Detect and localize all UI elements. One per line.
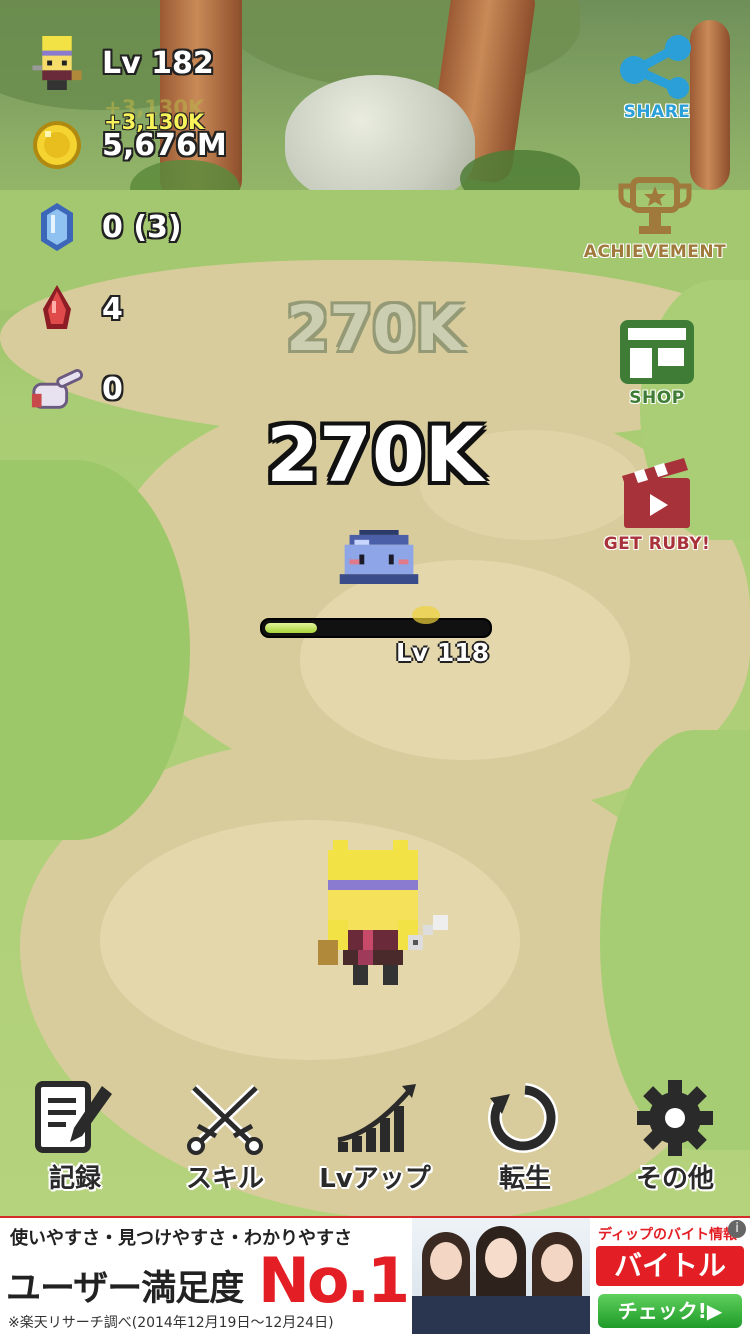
- pointing-hand-icon: [30, 362, 84, 416]
- nav-record[interactable]: 記録: [5, 1080, 145, 1195]
- tap-row: 0: [30, 362, 123, 416]
- crystal-icon: [30, 200, 84, 254]
- ad-info-icon[interactable]: i: [728, 1220, 746, 1238]
- nav-other[interactable]: その他: [605, 1080, 745, 1195]
- crystal-count: 0 (3): [102, 209, 182, 245]
- trophy-icon: [618, 177, 692, 234]
- tap-count: 0: [102, 371, 123, 407]
- nav-levelup-label: Lvアップ: [319, 1164, 431, 1194]
- share-button[interactable]: SHARE: [592, 34, 722, 122]
- nav-skill-label: スキル: [185, 1164, 264, 1194]
- achievement-button[interactable]: ACHIEVEMENT: [580, 176, 730, 262]
- damage-number-fading: 270K: [286, 292, 464, 365]
- shop-label: SHOP: [629, 388, 685, 408]
- nav-other-label: その他: [635, 1164, 714, 1194]
- circular-arrow-icon: [488, 1083, 558, 1153]
- nav-levelup[interactable]: Lvアップ: [305, 1080, 445, 1195]
- ad-headline: ユーザー満足度: [6, 1269, 244, 1309]
- notepad-pen-icon: [35, 1081, 112, 1153]
- crystal-row: 0 (3): [30, 200, 182, 254]
- ad-photo: [412, 1218, 590, 1334]
- enemy-level: Lv 118: [396, 638, 490, 667]
- gear-icon: [637, 1080, 713, 1156]
- bottom-nav: 記録 スキル Lvアップ 転生 その他: [0, 1080, 750, 1208]
- boulder: [285, 75, 475, 205]
- ad-text-area: 使いやすさ・見つけやすさ・わかりやすさ ユーザー満足度 No.1 ※楽天リサーチ…: [0, 1218, 412, 1334]
- enemy-hp-bar: [260, 618, 492, 638]
- ad-brand-area: ディップのバイト情報 バイトル チェック!▶ i: [590, 1218, 750, 1334]
- player-level: Lv 182: [102, 45, 214, 81]
- ad-note: ※楽天リサーチ調べ(2014年12月19日〜12月24日): [8, 1315, 334, 1331]
- game-screen[interactable]: Lv 182 +3,130K +3,130K 5,676M 0 (3) 4 0 …: [0, 0, 750, 1334]
- get-ruby-label: GET RUBY!: [603, 534, 711, 554]
- nav-rebirth-label: 転生: [498, 1164, 551, 1194]
- nav-rebirth[interactable]: 転生: [455, 1080, 595, 1195]
- ad-right-top: ディップのバイト情報: [598, 1227, 738, 1243]
- slime-enemy[interactable]: [338, 530, 420, 584]
- nav-record-label: 記録: [48, 1164, 101, 1194]
- player-level-row: Lv 182: [30, 36, 214, 90]
- share-label: SHARE: [623, 102, 691, 122]
- hero-portrait-icon: [30, 36, 84, 90]
- achievement-label: ACHIEVEMENT: [583, 242, 727, 262]
- ad-check-button[interactable]: チェック!▶: [598, 1294, 742, 1328]
- hero-character: [318, 840, 458, 990]
- dropped-coin-icon[interactable]: [412, 606, 440, 624]
- gold-row: 5,676M: [30, 118, 227, 172]
- enemy-hp-fill: [265, 623, 317, 633]
- crossed-swords-icon: [187, 1084, 263, 1155]
- ad-banner[interactable]: 使いやすさ・見つけやすさ・わかりやすさ ユーザー満足度 No.1 ※楽天リサーチ…: [0, 1216, 750, 1334]
- share-icon: [620, 35, 691, 99]
- growth-bars-icon: [337, 1084, 416, 1152]
- gold-coin-icon: [30, 118, 84, 172]
- damage-number: 270K: [266, 410, 484, 499]
- ad-brand: バイトル: [596, 1246, 744, 1286]
- ad-no1: No.1: [258, 1244, 410, 1317]
- nav-skill[interactable]: スキル: [155, 1080, 295, 1195]
- gold-amount: 5,676M: [102, 127, 227, 163]
